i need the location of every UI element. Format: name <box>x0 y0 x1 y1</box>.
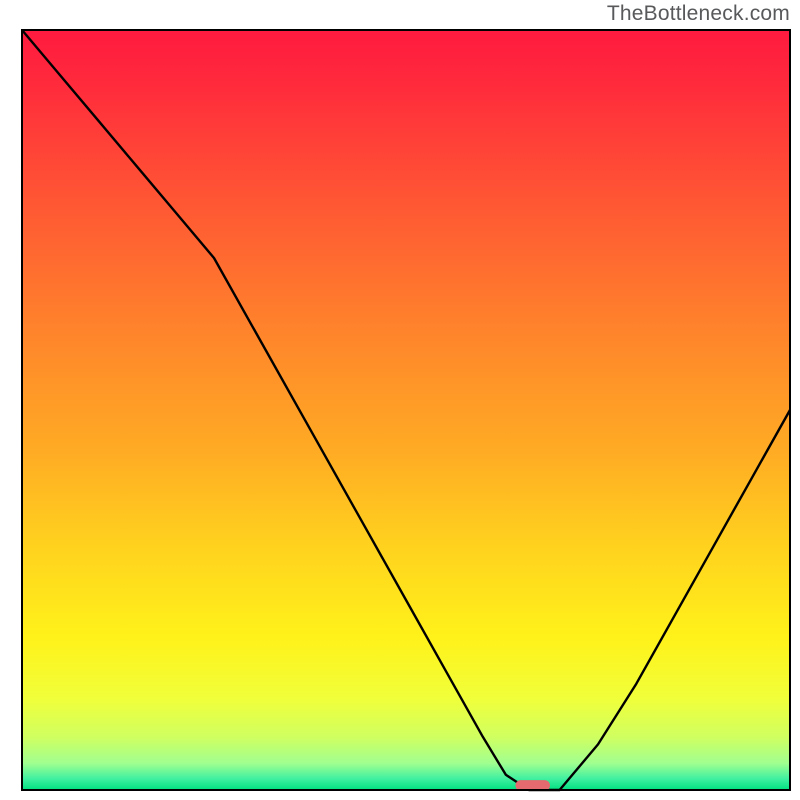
watermark-text: TheBottleneck.com <box>607 2 790 26</box>
gradient-background <box>22 30 790 790</box>
bottleneck-chart <box>0 0 800 800</box>
chart-stage: TheBottleneck.com <box>0 0 800 800</box>
